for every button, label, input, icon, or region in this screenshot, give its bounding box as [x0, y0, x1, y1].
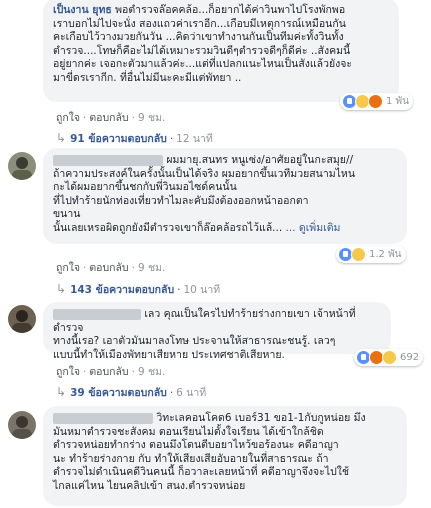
comment-text: นะ ทำร้ายร่างกาย กับ ทำให้เสียงเสียอับอา… [53, 452, 329, 465]
reaction-count: 1 พัน [386, 96, 409, 107]
like-link[interactable]: ถูกใจ [56, 112, 80, 124]
comment-text: ที่ไปทำร้ายนักท่องเที่ยวทำไมละคับมึงต้อง… [53, 194, 309, 207]
commenter-name[interactable]: เป็นงาน ยุทธ [53, 4, 112, 16]
see-more-link[interactable]: ... ดูเพิ่มเติม [286, 222, 341, 234]
comment-text: เราบอกไม่ไปจะนั่ง สองแถวค่าเราอีก...เกือ… [53, 17, 346, 30]
like-link[interactable]: ถูกใจ [56, 366, 80, 378]
comment-text: วิทะเลคอนโคด6 เบอร์31 ขอ1-1กับกูหน่อย มึ… [156, 412, 366, 424]
comment-time[interactable]: 9 ชม. [138, 262, 165, 274]
comment-text: คะเกือบไว้วางมวยกันวัน ...คิดว่าเขาทำงาน… [53, 31, 344, 44]
comment-bubble: xx วิทะเลคอนโคด6 เบอร์31 ขอ1-1กับกูหน่อย… [43, 406, 407, 506]
avatar[interactable] [8, 305, 36, 333]
comment-bubble: xx เลว คุณเป็นใครไปทำร้ายร่างกายเขา เจ้า… [43, 302, 391, 361]
reaction-summary[interactable]: 1 พัน [340, 93, 413, 110]
comment-text: ตำรวจ....โทษก็คือะไม่ได้เหมาะรวมวินดีๆตำ… [53, 44, 351, 57]
comment-bubble: xx ผมมายุ.สนทร หนูเซ่ง/อาศัยอยู่ในกะสมุย… [43, 148, 407, 244]
reply-arrow-icon: ↳ [56, 385, 67, 399]
comment-text: แบบนี้ทำให้เมืองพัทยาเสียหาย ประเทศชาติเ… [53, 348, 285, 361]
comment-time[interactable]: 9 ชม. [138, 112, 165, 124]
view-replies[interactable]: ↳ 39 ข้อความตอบกลับ · 6 นาที [56, 384, 206, 401]
like-link[interactable]: ถูกใจ [56, 262, 80, 274]
avatar[interactable] [8, 152, 36, 180]
avatar-photo [12, 310, 32, 333]
reaction-summary[interactable]: 692 [354, 349, 424, 366]
comment-text: อยู่ยากค่ะ เจอกะตัวมาแล้วค่ะ...แต่ที่แปล… [53, 58, 353, 71]
avatar-photo [12, 416, 32, 439]
comment-bubble: เป็นงาน ยุทธ พอตำรวจล๊อคคล้อ...ก็อยากได้… [43, 0, 399, 102]
avatar[interactable] [8, 411, 36, 439]
comment-text: ไกลแค่ไหน ไยนคลิปเข้า สนง.ตำรวจหน่อย [53, 479, 246, 492]
comment-text: ตำรวจไม่ดำเนินคดีวินคนนี้ ก็อวาละเลยหน้า… [53, 466, 350, 479]
angry-reaction-icon [368, 94, 383, 109]
comment-text: ขนาน [53, 208, 81, 221]
reply-arrow-icon: ↳ [56, 131, 67, 145]
comment-text: ถ้าความประสงค์ในครั้งนั้นเป็นได้จริง ผมอ… [53, 167, 356, 180]
comment-text: นั้นเลยเหรอผิดถูกยังมีตำรวจเขาก็ล๊อคล้อร… [53, 221, 283, 234]
reaction-count: 1.2 พัน [369, 249, 402, 260]
comment-actions: ถูกใจ · ตอบกลับ · 9 ชม. [56, 366, 166, 378]
reply-link[interactable]: ตอบกลับ [89, 366, 128, 378]
reaction-count: 692 [400, 352, 420, 363]
comment-text: มาขี่ดรเรากีก. ที่อื่นไม่มีนะคะมีแต่พัทย… [53, 71, 242, 84]
comment-actions: ถูกใจ · ตอบกลับ · 9 ชม. [56, 112, 166, 124]
comment-text: พอตำรวจล๊อคคล้อ...ก็อยากได้ค่าวินพาไปโรง… [115, 4, 346, 16]
sad-reaction-icon [351, 247, 366, 262]
redacted-name: xx [53, 155, 163, 166]
view-replies[interactable]: ↳ 143 ข้อความตอบกลับ · 10 นาที [56, 281, 220, 298]
comment-text: ทางนี้เรอ? เอาตัวมันมาลงโทษ ประจานให้สาธ… [53, 335, 336, 348]
avatar-photo [12, 157, 32, 180]
reaction-summary[interactable]: 1.2 พัน [336, 246, 406, 263]
comment-time[interactable]: 9 ชม. [138, 366, 165, 378]
view-replies[interactable]: ↳ 91 ข้อความตอบกลับ · 12 นาที [56, 130, 213, 147]
reply-arrow-icon: ↳ [56, 282, 67, 296]
comment-text: ผมมายุ.สนทร หนูเซ่ง/อาศัยอยู่ในกะสมุย// [166, 154, 354, 166]
comment-text: มันหมาตำรวจชะสังคม ตอนเรียนไม่ตั้งใจเรีย… [53, 425, 324, 438]
reply-link[interactable]: ตอบกลับ [89, 262, 128, 274]
redacted-name: xx [53, 413, 153, 424]
comment-text: กะได้ผมอยากขึ้นชกกับพี่วินมอไซด์คนนั้น [53, 181, 237, 194]
reply-link[interactable]: ตอบกลับ [89, 112, 128, 124]
redacted-name: xx [53, 309, 141, 320]
comment-text: ตำรวจหน่อยทำกร่าง ตอนมึงโดนตีบอยาไหว้ขอร… [53, 439, 339, 452]
sad-reaction-icon [382, 350, 397, 365]
comment-actions: ถูกใจ · ตอบกลับ · 9 ชม. [56, 262, 166, 274]
